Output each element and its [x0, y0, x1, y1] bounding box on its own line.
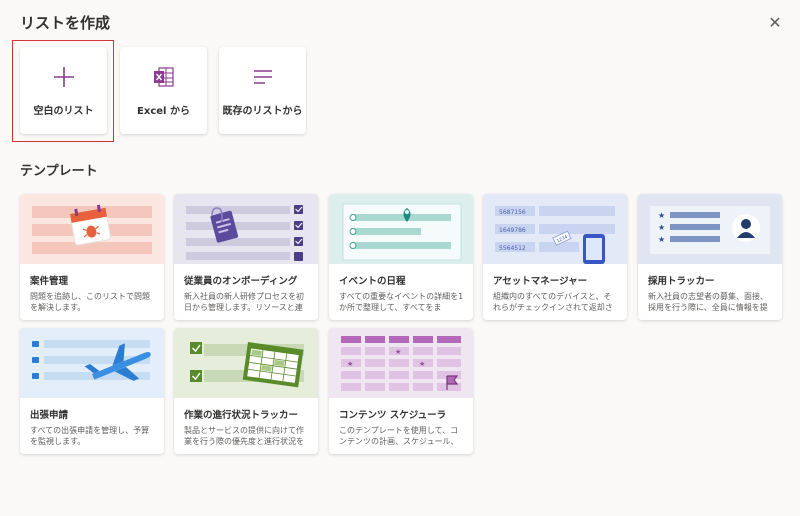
template-description: 新入社員の新人研修プロセスを初日から管理します。リソースと連: [184, 292, 304, 312]
template-card-employee-onboarding[interactable]: 従業員のオンボーディング 新入社員の新人研修プロセスを初日から管理します。リソー…: [174, 194, 318, 320]
template-description: 新入社員の志望者の募集、面接、採用を行う際に、全員に情報を提: [648, 292, 768, 312]
svg-text:5687156: 5687156: [499, 209, 526, 216]
from-existing-list-label: 既存のリストから: [222, 106, 303, 117]
work-progress-tracker-thumbnail: [174, 328, 318, 398]
excel-icon: [120, 65, 207, 89]
content-scheduler-thumbnail: ★ ★ ★: [329, 328, 473, 398]
close-icon[interactable]: ✕: [766, 14, 784, 32]
plus-icon: [20, 65, 107, 89]
template-title: 出張申請: [30, 410, 69, 421]
from-existing-list-button[interactable]: 既存のリストから: [219, 47, 306, 134]
template-title: コンテンツ スケジューラ: [339, 410, 447, 421]
template-description: すべての重要なイベントの詳細を1か所で整理して、すべてをま: [339, 292, 464, 312]
dialog-title: リストを作成: [20, 14, 111, 32]
create-list-dialog: リストを作成 ✕ 空白のリスト Excel から 既存のリストから テンプレート: [0, 0, 800, 516]
template-title: アセットマネージャー: [493, 276, 588, 287]
asset-manager-thumbnail: 5687156 1649786 5564512 1234: [483, 194, 627, 264]
template-card-work-progress-tracker[interactable]: 作業の進行状況トラッカー 製品とサービスの提供に向けて作業を行う際の優先度と進行…: [174, 328, 318, 454]
template-card-recruitment-tracker[interactable]: ★ ★ ★ 採用トラッカー 新入社員の志望者の募集、面接、採用を行う際に、全員に…: [638, 194, 782, 320]
svg-text:★: ★: [419, 360, 425, 368]
template-description: 製品とサービスの提供に向けて作業を行う際の優先度と進行状況を: [184, 426, 304, 446]
template-card-asset-manager[interactable]: 5687156 1649786 5564512 1234 アセットマネージャー …: [483, 194, 627, 320]
svg-text:★: ★: [658, 235, 665, 244]
recruitment-tracker-thumbnail: ★ ★ ★: [638, 194, 782, 264]
template-description: 組織内のすべてのデバイスと、それらがチェックインされて返却さ: [493, 292, 613, 312]
blank-list-label: 空白のリスト: [33, 106, 94, 117]
blank-list-button[interactable]: 空白のリスト: [20, 47, 107, 134]
issue-tracker-thumbnail: [20, 194, 164, 264]
template-description: 問題を追跡し、このリストで問題を解決します。: [30, 292, 150, 312]
from-excel-button[interactable]: Excel から: [120, 47, 207, 134]
svg-text:1649786: 1649786: [499, 227, 526, 234]
list-icon: [219, 65, 306, 89]
templates-heading: テンプレート: [20, 164, 98, 179]
template-card-event-itinerary[interactable]: イベントの日程 すべての重要なイベントの詳細を1か所で整理して、すべてをま: [329, 194, 473, 320]
template-title: 案件管理: [30, 276, 69, 287]
employee-onboarding-thumbnail: [174, 194, 318, 264]
template-title: 採用トラッカー: [648, 276, 715, 287]
template-description: すべての出張申請を管理し、予算を監視します。: [30, 426, 150, 446]
svg-text:★: ★: [658, 211, 665, 220]
template-title: 作業の進行状況トラッカー: [184, 410, 299, 421]
template-card-content-scheduler[interactable]: ★ ★ ★ コンテンツ スケジューラ このテンプレートを使用して、コンテンツの計…: [329, 328, 473, 454]
template-description: このテンプレートを使用して、コンテンツの計画、スケジュール、: [339, 426, 459, 446]
template-card-issue-tracker[interactable]: 案件管理 問題を追跡し、このリストで問題を解決します。: [20, 194, 164, 320]
from-excel-label: Excel から: [137, 106, 190, 117]
template-title: 従業員のオンボーディング: [184, 276, 298, 287]
svg-text:★: ★: [395, 348, 401, 356]
event-itinerary-thumbnail: [329, 194, 473, 264]
svg-text:★: ★: [347, 360, 353, 368]
svg-text:5564512: 5564512: [499, 245, 526, 252]
template-card-travel-requests[interactable]: 出張申請 すべての出張申請を管理し、予算を監視します。: [20, 328, 164, 454]
travel-requests-thumbnail: [20, 328, 164, 398]
template-title: イベントの日程: [339, 276, 406, 287]
svg-text:★: ★: [658, 223, 665, 232]
